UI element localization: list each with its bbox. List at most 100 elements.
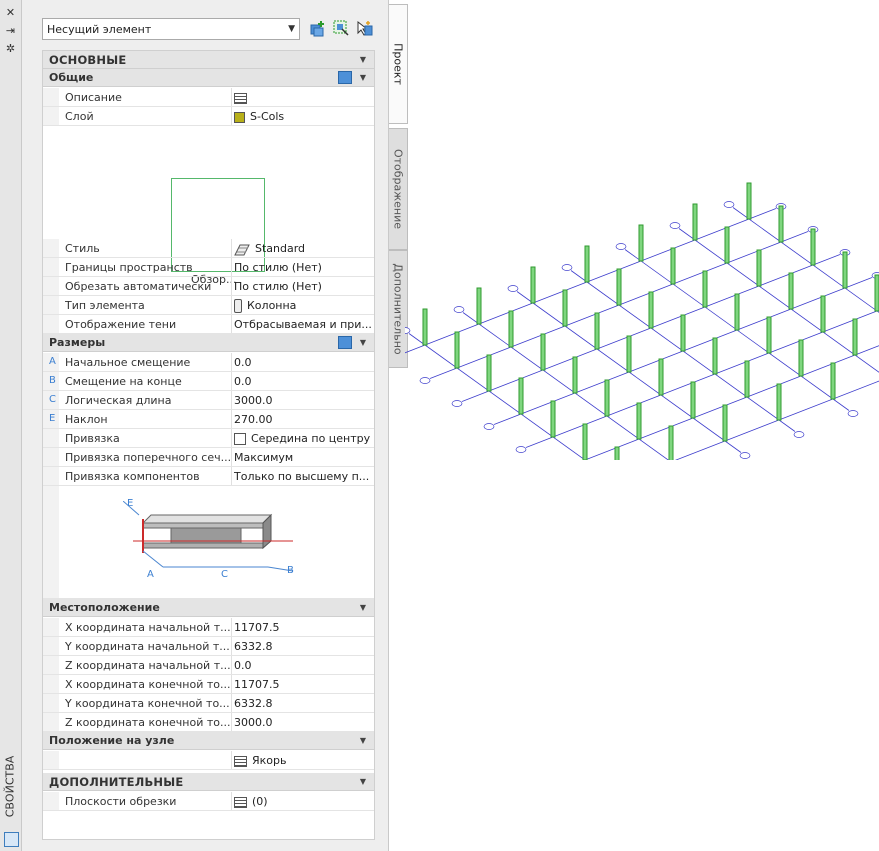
structural-column[interactable] <box>616 268 622 306</box>
structural-column[interactable] <box>690 381 696 419</box>
structural-column[interactable] <box>668 425 674 460</box>
property-value[interactable]: 0.0 <box>234 659 372 672</box>
property-value[interactable]: 6332.8 <box>234 697 372 710</box>
structural-column[interactable] <box>874 274 879 312</box>
property-value[interactable]: Standard <box>234 242 372 256</box>
property-row-end-z[interactable]: Z координата конечной то... 3000.0 <box>43 713 374 732</box>
property-row-element-type[interactable]: Тип элемента Колонна <box>43 296 374 315</box>
property-value[interactable]: 0.0 <box>234 375 372 388</box>
property-row-end-x[interactable]: X координата конечной то... 11707.5 <box>43 675 374 694</box>
property-value[interactable]: Только по высшему п... <box>234 470 372 483</box>
structural-column[interactable] <box>572 356 578 394</box>
close-icon[interactable]: ✕ <box>3 6 18 20</box>
structural-column[interactable] <box>454 331 460 369</box>
property-row-start-x[interactable]: X координата начальной т... 11707.5 <box>43 618 374 637</box>
structural-column[interactable] <box>518 377 524 415</box>
property-row-auto-trim[interactable]: Обрезать автоматически По стилю (Нет) <box>43 277 374 296</box>
property-value[interactable]: Максимум <box>234 451 372 464</box>
add-selected-icon[interactable] <box>310 20 327 37</box>
property-value[interactable]: S-Cols <box>234 110 372 123</box>
structural-column[interactable] <box>798 339 804 377</box>
category-location[interactable]: Местоположение ▼ <box>43 599 374 617</box>
tab-project[interactable]: Проект <box>389 4 408 124</box>
select-objects-icon[interactable] <box>356 20 373 37</box>
property-value[interactable]: Середина по центру <box>234 432 372 445</box>
category-anchor[interactable]: Положение на узле ▼ <box>43 732 374 750</box>
columns-group[interactable] <box>422 182 879 460</box>
structural-column[interactable] <box>722 404 728 442</box>
structural-column[interactable] <box>550 400 556 438</box>
structural-column[interactable] <box>540 333 546 371</box>
property-row-space-bounds[interactable]: Границы пространств По стилю (Нет) <box>43 258 374 277</box>
structural-column[interactable] <box>422 308 428 346</box>
property-value[interactable]: 3000.0 <box>234 394 372 407</box>
category-additional[interactable]: ДОПОЛНИТЕЛЬНЫЕ ▼ <box>43 773 374 791</box>
structural-column[interactable] <box>744 360 750 398</box>
property-row-end-y[interactable]: Y координата конечной то... 6332.8 <box>43 694 374 713</box>
structural-column[interactable] <box>648 291 654 329</box>
quick-select-icon[interactable] <box>338 71 352 84</box>
structural-column[interactable] <box>724 226 730 264</box>
property-row-start-z[interactable]: Z координата начальной т... 0.0 <box>43 656 374 675</box>
structural-column[interactable] <box>820 295 826 333</box>
structural-column[interactable] <box>852 318 858 356</box>
structural-column[interactable] <box>788 272 794 310</box>
property-row-roll[interactable]: E Наклон 270.00 <box>43 410 374 429</box>
structural-column[interactable] <box>584 245 590 283</box>
structural-column[interactable] <box>638 224 644 262</box>
property-row-justify-cross[interactable]: Привязка поперечного сеч... Максимум <box>43 448 374 467</box>
property-row-logical-length[interactable]: C Логическая длина 3000.0 <box>43 391 374 410</box>
property-value[interactable]: Отбрасываемая и при... <box>234 318 372 331</box>
palette-properties-icon[interactable] <box>4 832 19 847</box>
property-value[interactable]: (0) <box>234 795 372 808</box>
property-row-justify-components[interactable]: Привязка компонентов Только по высшему п… <box>43 467 374 486</box>
structural-column[interactable] <box>692 203 698 241</box>
structural-column[interactable] <box>594 312 600 350</box>
property-row-style[interactable]: Стиль Standard <box>43 239 374 258</box>
structural-column[interactable] <box>626 335 632 373</box>
structural-column[interactable] <box>604 379 610 417</box>
property-value[interactable]: 270.00 <box>234 413 372 426</box>
structural-column[interactable] <box>680 314 686 352</box>
property-value[interactable] <box>234 91 372 104</box>
structural-column[interactable] <box>746 182 752 220</box>
structural-column[interactable] <box>670 247 676 285</box>
structural-column[interactable] <box>476 287 482 325</box>
property-value[interactable]: 11707.5 <box>234 621 372 634</box>
structural-column[interactable] <box>712 337 718 375</box>
property-value[interactable]: 11707.5 <box>234 678 372 691</box>
structural-column[interactable] <box>830 362 836 400</box>
structural-column[interactable] <box>582 423 588 460</box>
structural-column[interactable] <box>776 383 782 421</box>
structural-column[interactable] <box>508 310 514 348</box>
object-type-dropdown[interactable]: Несущий элемент ▼ <box>42 18 300 40</box>
category-basic[interactable]: ОСНОВНЫЕ ▼ <box>43 51 374 69</box>
property-row-trim-planes[interactable]: Плоскости обрезки (0) <box>43 792 374 811</box>
quick-select-icon[interactable] <box>338 336 352 349</box>
property-row-end-offset[interactable]: B Смещение на конце 0.0 <box>43 372 374 391</box>
property-value[interactable]: 0.0 <box>234 356 372 369</box>
category-dimensions[interactable]: Размеры ▼ <box>43 334 374 352</box>
property-row-shadow[interactable]: Отображение тени Отбрасываемая и при... <box>43 315 374 334</box>
property-value[interactable]: По стилю (Нет) <box>234 280 372 293</box>
property-value[interactable]: 6332.8 <box>234 640 372 653</box>
structural-column[interactable] <box>842 251 848 289</box>
property-row-start-offset[interactable]: A Начальное смещение 0.0 <box>43 353 374 372</box>
structural-column[interactable] <box>734 293 740 331</box>
structural-column[interactable] <box>486 354 492 392</box>
structural-column[interactable] <box>756 249 762 287</box>
quick-select-icon[interactable] <box>333 20 350 37</box>
structural-column[interactable] <box>562 289 568 327</box>
structural-column[interactable] <box>702 270 708 308</box>
category-general[interactable]: Общие ▼ <box>43 69 374 87</box>
property-row-description[interactable]: Описание <box>43 88 374 107</box>
property-value[interactable]: 3000.0 <box>234 716 372 729</box>
structural-column[interactable] <box>810 228 816 266</box>
property-row-justify[interactable]: Привязка Середина по центру <box>43 429 374 448</box>
model-viewport[interactable] <box>405 140 879 460</box>
structural-column[interactable] <box>530 266 536 304</box>
property-value[interactable]: Якорь <box>234 754 372 767</box>
property-row-layer[interactable]: Слой S-Cols <box>43 107 374 126</box>
structural-column[interactable] <box>766 316 772 354</box>
property-value[interactable]: По стилю (Нет) <box>234 261 372 274</box>
